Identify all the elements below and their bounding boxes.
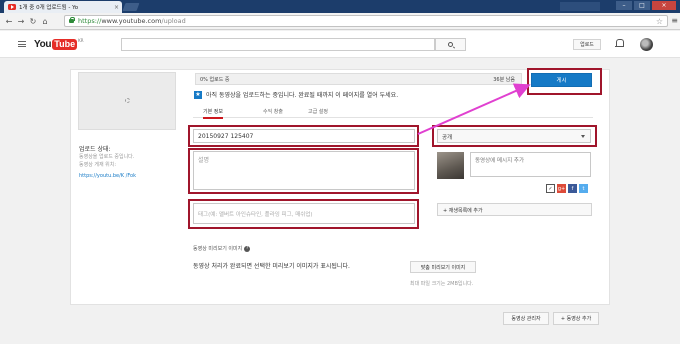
logo-you: You bbox=[34, 39, 52, 50]
browser-tabstrip: 1개 중 0개 업로드됨 - Yo × – □ × bbox=[0, 0, 680, 13]
share-message-input[interactable]: 동영상에 메시지 추가 bbox=[470, 152, 591, 177]
upload-button[interactable]: 업로드 bbox=[573, 39, 601, 50]
google-plus-icon[interactable]: g+ bbox=[557, 184, 566, 193]
upload-notice-text: 아직 동영상을 업로드하는 중입니다. 완료될 때까지 이 페이지를 열어 두세… bbox=[206, 92, 399, 99]
add-video-button[interactable]: + 동영상 추가 bbox=[553, 312, 599, 325]
minimize-button[interactable]: – bbox=[616, 1, 632, 10]
video-thumbnail-placeholder bbox=[78, 72, 176, 130]
upload-status-line2: 동영상 게재 위치: bbox=[79, 162, 117, 168]
annotation-box-tags bbox=[188, 199, 419, 229]
browser-profile-button[interactable] bbox=[560, 2, 600, 11]
search-button[interactable] bbox=[435, 38, 466, 51]
facebook-icon[interactable]: f bbox=[568, 184, 577, 193]
tab-close-icon[interactable]: × bbox=[114, 4, 119, 11]
upload-tabs: 기본 정보 수익 창출 고급 설정 bbox=[193, 106, 593, 119]
star-info-icon: ★ bbox=[194, 90, 202, 99]
guide-menu-icon[interactable] bbox=[18, 41, 26, 47]
search-input[interactable] bbox=[121, 38, 435, 51]
window-controls: – □ × bbox=[616, 1, 676, 10]
annotation-box-privacy bbox=[432, 125, 597, 147]
avatar[interactable] bbox=[640, 38, 653, 51]
url-path: /upload bbox=[161, 17, 186, 25]
lock-icon bbox=[69, 17, 75, 23]
browser-tab[interactable]: 1개 중 0개 업로드됨 - Yo × bbox=[4, 1, 122, 13]
youtube-favicon-icon bbox=[8, 4, 16, 10]
custom-thumbnail-button[interactable]: 맞춤 미리보기 이미지 bbox=[410, 261, 476, 273]
share-preview-thumbnail bbox=[437, 152, 464, 179]
logo-tube: Tube bbox=[52, 39, 78, 50]
thumbnail-section-label: 동영상 미리보기 이미지 bbox=[193, 246, 243, 252]
thumbnail-section-title: 동영상 미리보기 이미지 ? bbox=[193, 245, 251, 252]
upload-progress-bar: 0% 업로드 중 36분 남음 bbox=[195, 73, 522, 85]
upload-status-title: 업로드 상태: bbox=[79, 146, 111, 153]
share-checkbox[interactable]: ✓ bbox=[546, 184, 555, 193]
new-tab-button[interactable] bbox=[122, 3, 140, 11]
url-scheme: https:// bbox=[78, 17, 102, 25]
url-host: www.youtube.com bbox=[101, 17, 162, 25]
tab-advanced-settings[interactable]: 고급 설정 bbox=[308, 108, 328, 115]
youtube-header: You Tube KR 업로드 bbox=[0, 31, 680, 58]
home-icon[interactable]: ⌂ bbox=[40, 16, 50, 26]
video-manager-button[interactable]: 동영상 관리자 bbox=[503, 312, 549, 325]
upload-status-line1: 동영상을 업로드 중입니다. bbox=[79, 154, 135, 160]
bookmark-star-icon[interactable]: ☆ bbox=[656, 17, 663, 26]
tab-basic-info[interactable]: 기본 정보 bbox=[203, 108, 223, 119]
annotation-box-description bbox=[188, 148, 419, 194]
reload-icon[interactable]: ↻ bbox=[28, 16, 38, 26]
progress-label: 0% 업로드 중 bbox=[200, 77, 230, 83]
browser-toolbar: ← → ↻ ⌂ https:// www.youtube.com /upload… bbox=[0, 13, 680, 30]
annotation-box-title bbox=[188, 125, 419, 147]
tab-monetization[interactable]: 수익 창출 bbox=[263, 108, 283, 115]
back-arrow-icon[interactable]: ← bbox=[4, 16, 14, 26]
upload-notice: ★ 아직 동영상을 업로드하는 중입니다. 완료될 때까지 이 페이지를 열어 … bbox=[194, 90, 398, 99]
help-icon[interactable]: ? bbox=[244, 245, 251, 252]
max-file-size-note: 최대 파일 크기는 2MB입니다. bbox=[410, 281, 474, 287]
region-code: KR bbox=[78, 38, 84, 43]
thumbnail-section-text: 동영상 처리가 완료되면 선택한 미리보기 이미지가 표시됩니다. bbox=[193, 263, 350, 270]
search-icon bbox=[448, 42, 453, 47]
notifications-bell-icon[interactable] bbox=[615, 39, 624, 48]
progress-remaining: 36분 남음 bbox=[493, 77, 515, 83]
youtube-logo[interactable]: You Tube KR bbox=[34, 38, 84, 50]
add-to-playlist-button[interactable]: + 재생목록에 추가 bbox=[437, 203, 592, 216]
maximize-button[interactable]: □ bbox=[634, 1, 650, 10]
twitter-icon[interactable]: t bbox=[579, 184, 588, 193]
browser-menu-icon[interactable]: ≡ bbox=[671, 16, 678, 25]
social-share-options: ✓ g+ f t bbox=[546, 184, 588, 193]
forward-arrow-icon[interactable]: → bbox=[16, 16, 26, 26]
tab-title: 1개 중 0개 업로드됨 - Yo bbox=[19, 5, 79, 11]
address-bar[interactable]: https:// www.youtube.com /upload ☆ bbox=[64, 15, 668, 27]
video-share-link[interactable]: https://youtu.be/K /Fok bbox=[79, 173, 136, 179]
close-window-button[interactable]: × bbox=[652, 1, 676, 10]
upload-status-text: 동영상을 업로드 중입니다. 동영상 게재 위치: bbox=[79, 153, 134, 169]
annotation-box-publish bbox=[527, 68, 602, 95]
loading-spinner-icon bbox=[125, 98, 130, 103]
